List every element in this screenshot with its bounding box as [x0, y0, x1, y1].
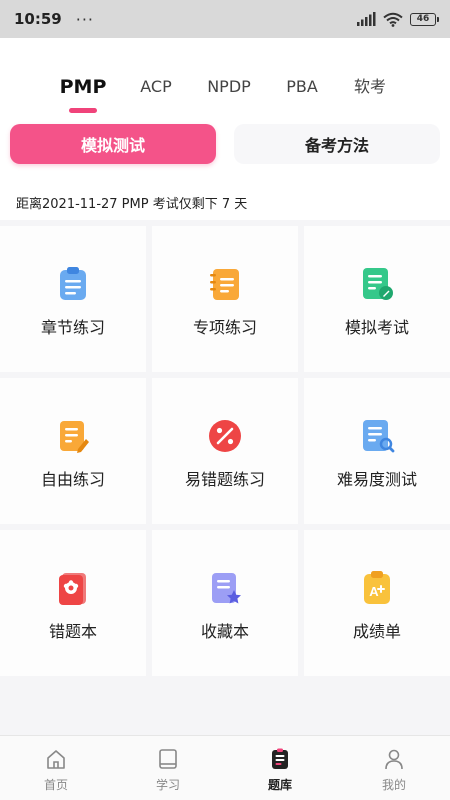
mock-test-button[interactable]: 模拟测试: [10, 124, 216, 164]
nav-label: 学习: [155, 778, 180, 792]
book-icon: [159, 749, 177, 769]
grade-report-icon: A: [364, 571, 390, 604]
battery-icon: 46: [410, 12, 439, 26]
document-pencil-icon: [60, 421, 89, 453]
exam-countdown: 距离2021-11-27 PMP 考试仅剩下 7 天: [16, 197, 248, 212]
bottom-navigation: 首页 学习 题库 我的: [0, 735, 450, 800]
signal-icon: [357, 12, 376, 26]
grid-item-special-practice[interactable]: 专项练习: [152, 226, 298, 372]
clipboard-list-icon: [60, 267, 86, 300]
question-bank-icon: [272, 748, 288, 769]
nav-study[interactable]: 学习: [138, 748, 198, 793]
grid-item-report-card[interactable]: A 成绩单: [304, 530, 450, 676]
grid-item-label: 模拟考试: [344, 318, 409, 337]
nav-label: 首页: [43, 778, 68, 792]
nav-label: 题库: [267, 778, 292, 792]
wifi-icon: [383, 12, 403, 27]
favorite-book-icon: [212, 573, 241, 604]
grid-item-label: 错题本: [48, 622, 97, 641]
nav-question-bank[interactable]: 题库: [250, 748, 310, 793]
grid-item-label: 自由练习: [40, 470, 105, 489]
grid-item-favorites[interactable]: 收藏本: [152, 530, 298, 676]
grid-item-label: 成绩单: [352, 622, 401, 641]
grid-item-error-book[interactable]: 错题本: [0, 530, 146, 676]
exam-tabs: PMP ACP NPDP PBA 软考: [0, 73, 450, 113]
percent-icon: [209, 420, 241, 452]
grid-item-difficulty-test[interactable]: 难易度测试: [304, 378, 450, 524]
home-icon: [47, 750, 65, 769]
nav-home[interactable]: 首页: [26, 748, 86, 793]
grid-item-error-prone-practice[interactable]: 易错题练习: [152, 378, 298, 524]
grid-item-label: 难易度测试: [336, 470, 417, 489]
tab-pba[interactable]: PBA: [286, 73, 318, 101]
notification-dots-icon: ···: [75, 9, 95, 29]
header-panel: PMP ACP NPDP PBA 软考 模拟测试 备考方法 距离2021-11-…: [0, 38, 450, 220]
status-indicators: 46: [356, 12, 439, 27]
tab-ruankao[interactable]: 软考: [354, 73, 386, 101]
profile-icon: [385, 749, 403, 770]
document-search-icon: [363, 420, 395, 453]
document-edit-icon: [363, 268, 393, 300]
grid-item-label: 收藏本: [200, 622, 249, 641]
grid-item-label: 章节练习: [40, 318, 105, 337]
nav-label: 我的: [381, 778, 406, 792]
study-method-button[interactable]: 备考方法: [234, 124, 440, 164]
tab-acp[interactable]: ACP: [140, 73, 171, 101]
active-tab-indicator: [69, 108, 97, 113]
svg-text:A: A: [369, 584, 379, 599]
grid-item-label: 易错题练习: [184, 470, 265, 489]
grid-item-mock-exam[interactable]: 模拟考试: [304, 226, 450, 372]
tab-npdp[interactable]: NPDP: [207, 73, 251, 101]
nav-profile[interactable]: 我的: [364, 748, 424, 793]
error-book-icon: [59, 573, 86, 605]
status-time: 10:59: [14, 10, 62, 28]
grid-item-chapter-practice[interactable]: 章节练习: [0, 226, 146, 372]
notebook-icon: [210, 269, 239, 300]
tab-pmp[interactable]: PMP: [60, 73, 107, 101]
grid-item-free-practice[interactable]: 自由练习: [0, 378, 146, 524]
grid-item-label: 专项练习: [192, 318, 257, 337]
status-bar: 10:59 ··· 46: [0, 0, 450, 38]
